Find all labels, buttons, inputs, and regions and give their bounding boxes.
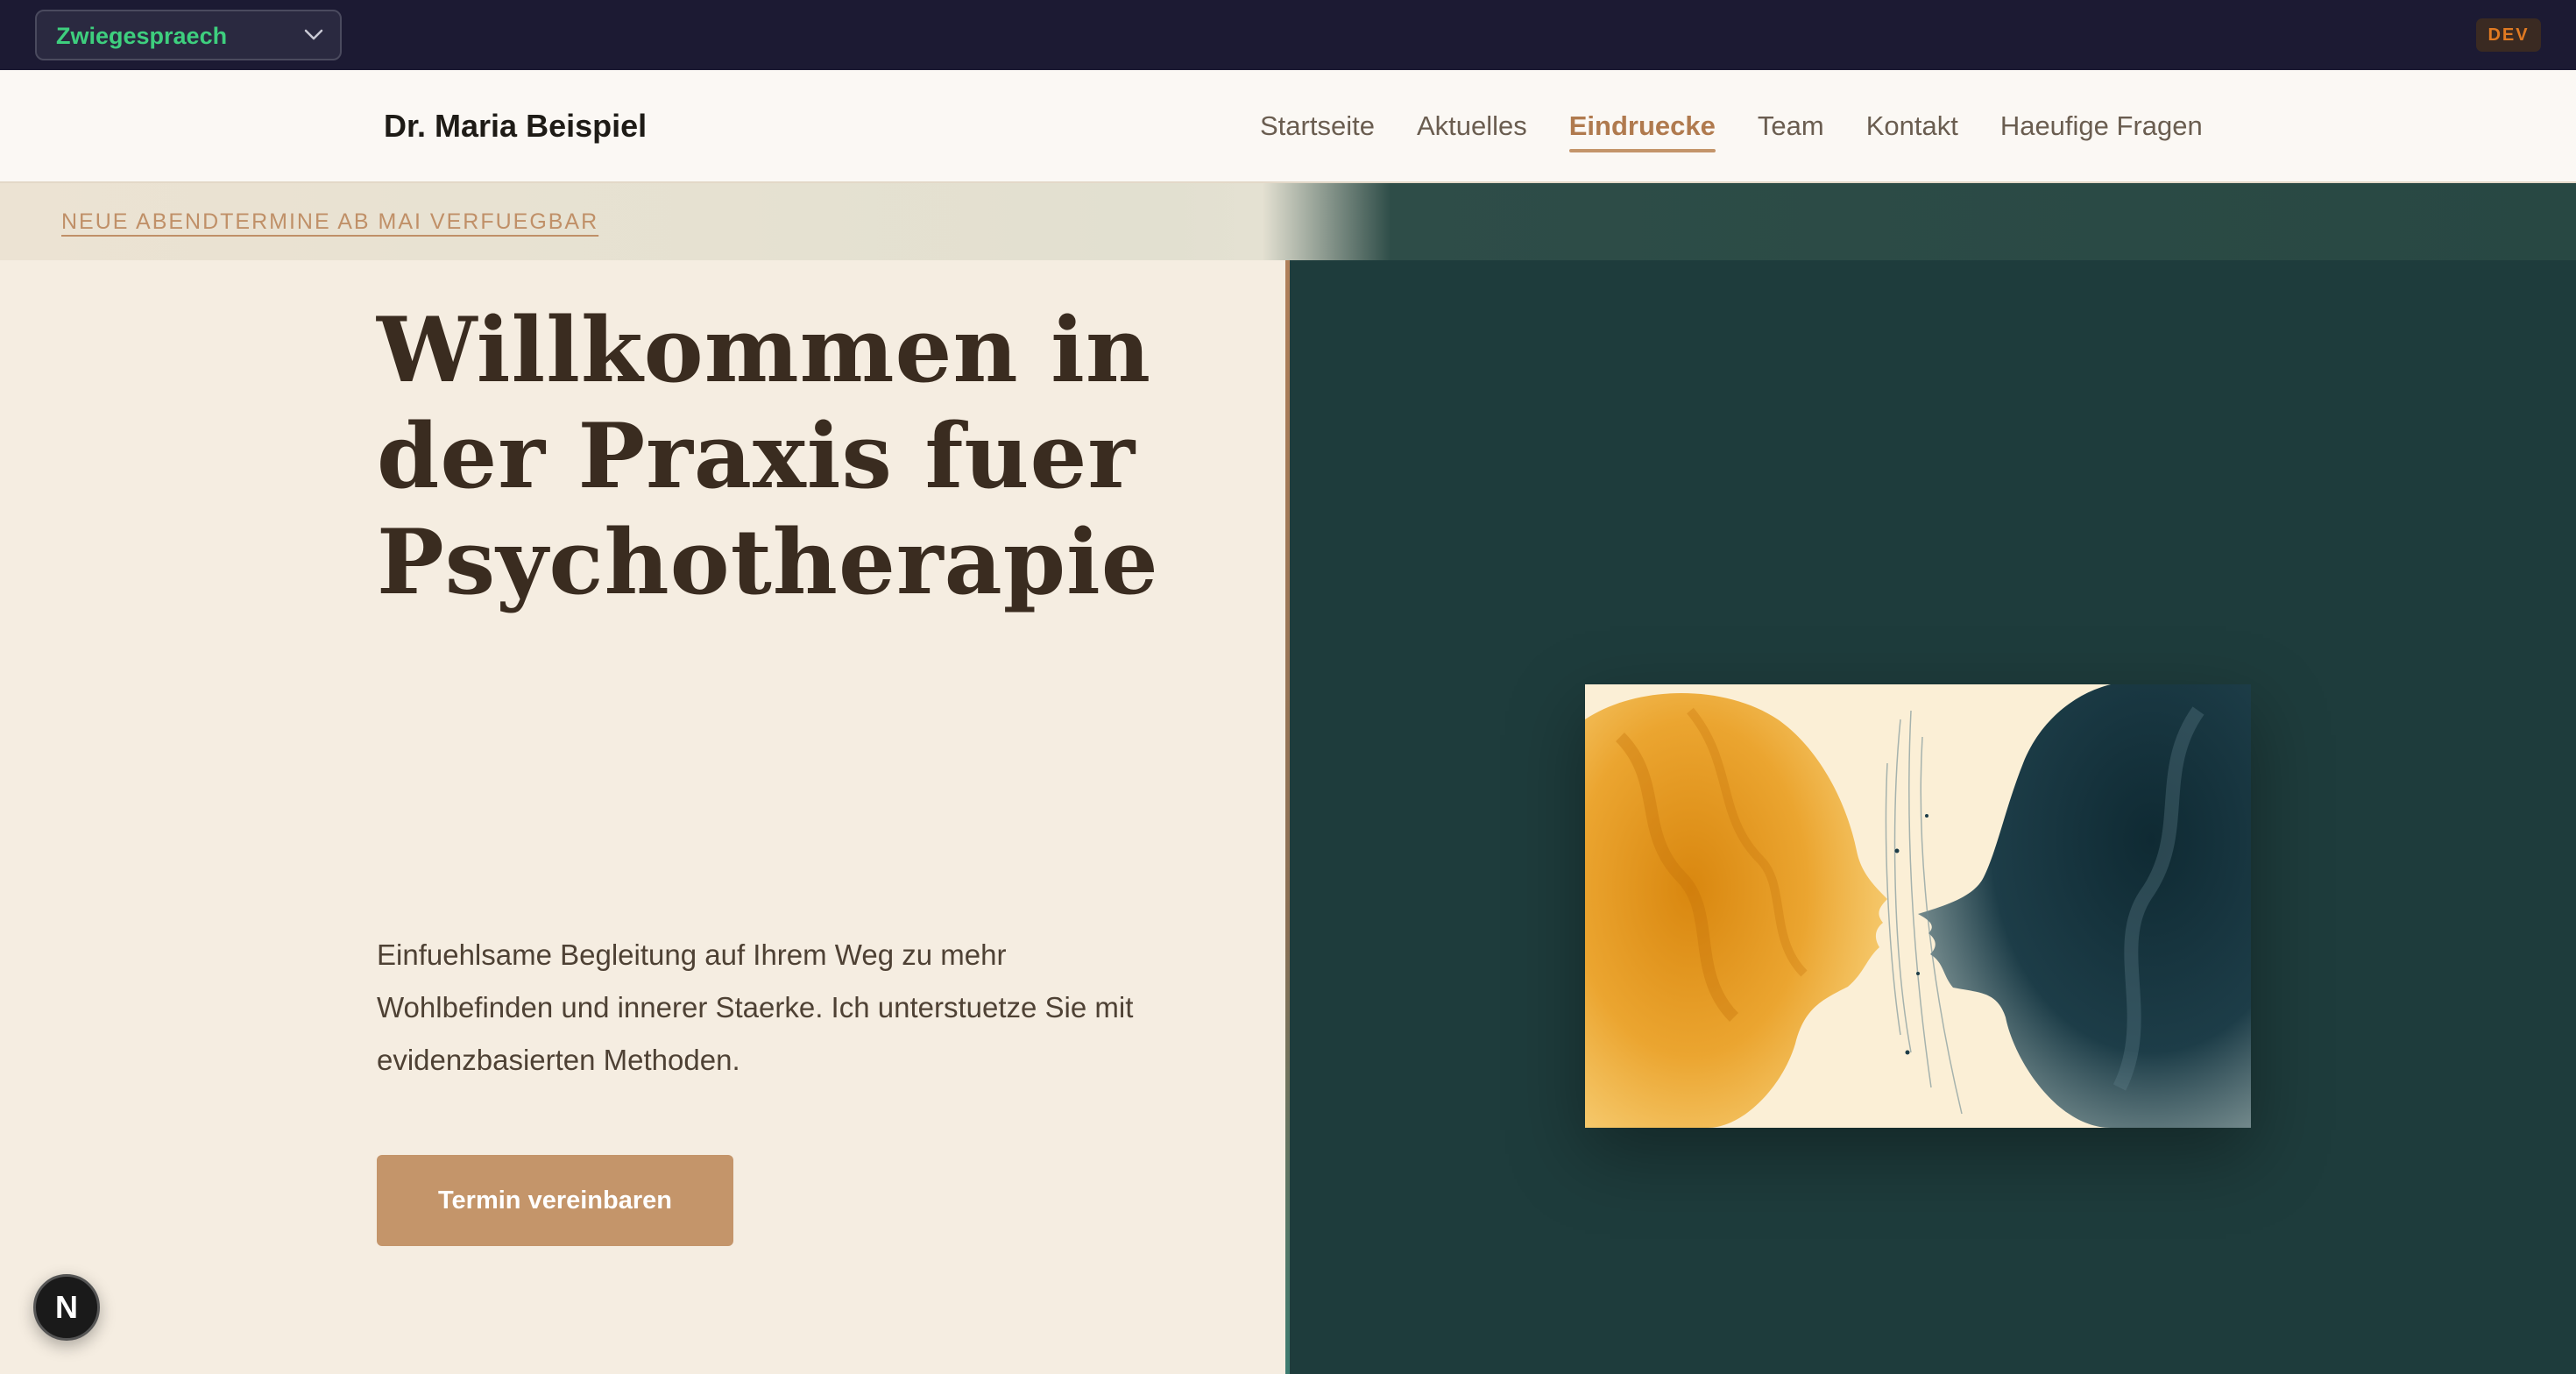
dev-badge: DEV [2476,18,2541,52]
announcement-strip: NEUE ABENDTERMINE AB MAI VERFUEGBAR [0,183,2576,260]
nav-link-haeufige-fragen[interactable]: Haeufige Fragen [2000,102,2203,151]
chevron-down-icon [304,29,323,40]
nav-link-aktuelles[interactable]: Aktuelles [1417,102,1527,151]
two-faces-illustration [1585,684,2251,1128]
headline-line-1: Willkommen in [377,298,1152,403]
main-nav: Startseite Aktuelles Eindruecke Team Kon… [1260,70,2203,181]
headline-line-3: Psychotherapie [377,510,1159,615]
variant-select-label: Zwiegespraech [56,23,228,49]
dev-toolbar: Zwiegespraech DEV [0,0,2576,70]
site-header: Dr. Maria Beispiel Startseite Aktuelles … [0,70,2576,183]
site-title[interactable]: Dr. Maria Beispiel [384,70,647,181]
hero-headline: Willkommen in der Praxis fuer Psychother… [377,298,1165,616]
nav-link-startseite[interactable]: Startseite [1260,102,1375,151]
headline-line-2: der Praxis fuer [377,404,1136,509]
nav-link-eindruecke[interactable]: Eindruecke [1568,102,1716,152]
announcement-link[interactable]: NEUE ABENDTERMINE AB MAI VERFUEGBAR [61,183,598,260]
nextjs-logo-icon[interactable]: N [33,1274,100,1341]
two-faces-watercolor-icon [1585,684,2251,1128]
hero-lead-text: Einfuehlsame Begleitung auf Ihrem Weg zu… [377,938,1134,1076]
nav-link-team[interactable]: Team [1758,102,1824,151]
variant-select[interactable]: Zwiegespraech [35,10,342,60]
nav-link-kontakt[interactable]: Kontakt [1866,102,1958,151]
book-appointment-button[interactable]: Termin vereinbaren [377,1155,733,1246]
